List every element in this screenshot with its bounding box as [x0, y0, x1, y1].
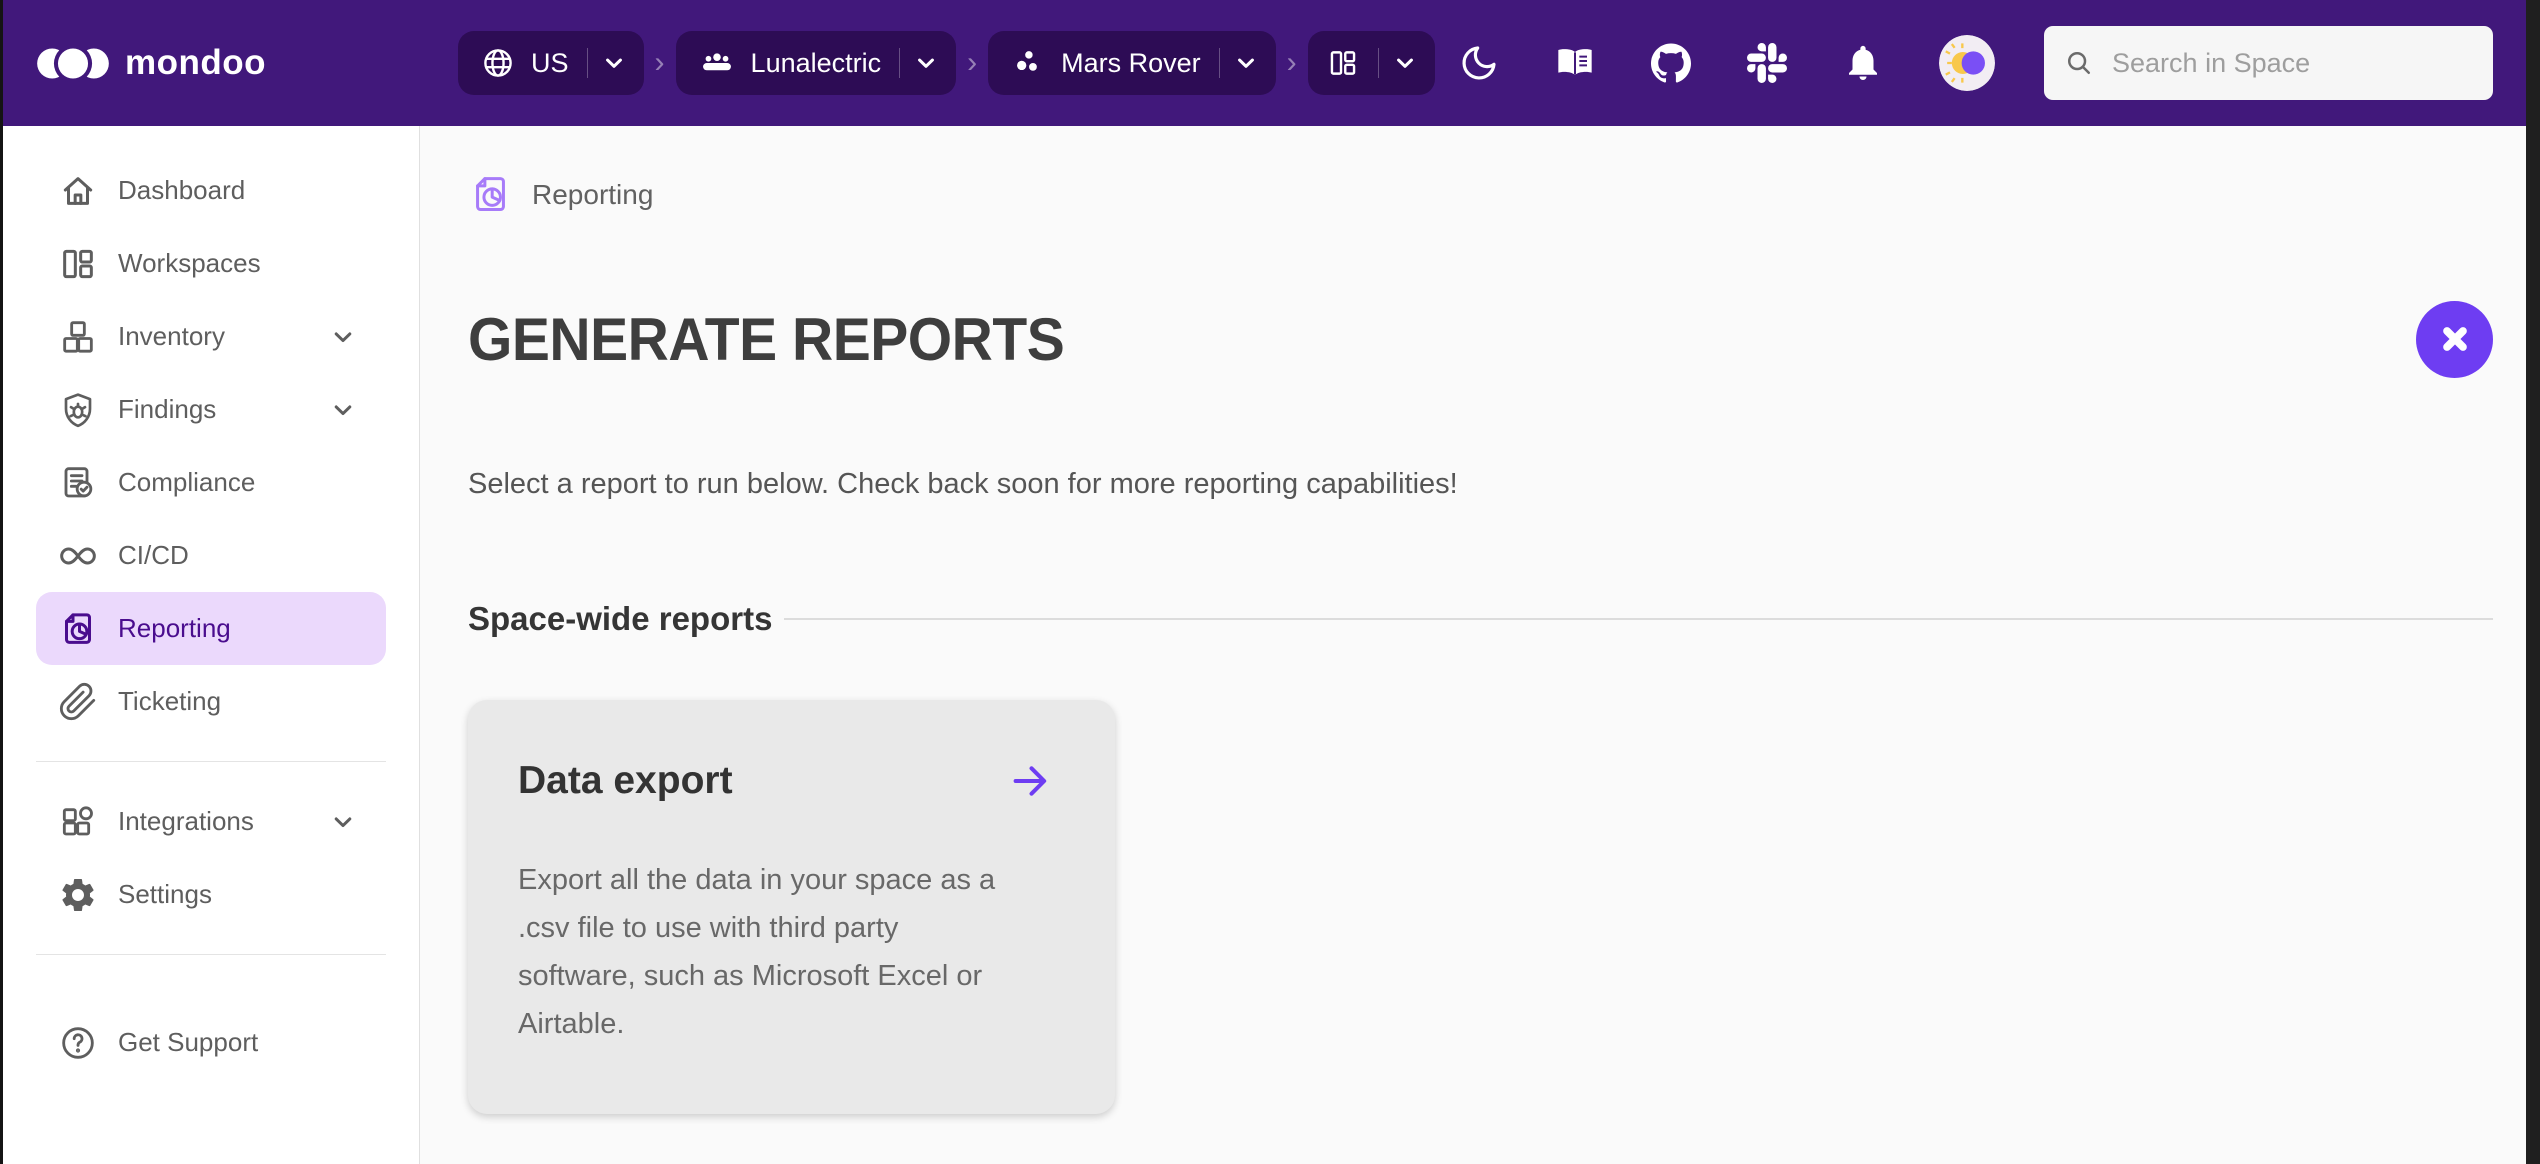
dark-mode-moon-icon[interactable] — [1459, 43, 1499, 83]
sidebar-item-findings[interactable]: Findings — [36, 373, 386, 446]
section-divider — [784, 618, 2493, 620]
sidebar-item-settings[interactable]: Settings — [36, 858, 386, 931]
organization-selector[interactable]: Lunalectric — [675, 31, 957, 95]
page-description: Select a report to run below. Check back… — [468, 468, 1458, 500]
reporting-piechart-doc-icon — [65, 612, 91, 644]
slack-icon[interactable] — [1746, 43, 1787, 83]
breadcrumb-separator: › — [654, 46, 665, 79]
sidebar-item-inventory[interactable]: Inventory — [36, 300, 386, 373]
findings-shield-bug-icon — [64, 392, 92, 427]
organization-icon — [702, 53, 731, 71]
sidebar-divider — [36, 954, 386, 955]
space-icon — [1017, 51, 1037, 71]
github-icon[interactable] — [1650, 43, 1691, 83]
sidebar-item-get-support[interactable]: Get Support — [36, 1006, 386, 1079]
organization-label: Lunalectric — [750, 47, 882, 78]
sidebar-divider — [36, 761, 386, 762]
close-icon — [2442, 327, 2467, 351]
compliance-document-check-icon — [64, 466, 93, 497]
main-content: Reporting GENERATE REPORTS Select a repo… — [420, 126, 2526, 1164]
chevron-down-icon[interactable] — [910, 47, 942, 79]
settings-gear-icon — [62, 878, 94, 911]
search-input[interactable] — [2112, 47, 2473, 79]
globe-icon — [484, 49, 512, 77]
mondoo-app: mondoo US › Lunalectric › Mars Rover › S… — [3, 0, 2526, 1164]
region-label: US — [531, 47, 569, 78]
data-export-card[interactable]: Data export Export all the data in your … — [468, 700, 1115, 1114]
mondoo-logo[interactable]: mondoo — [36, 43, 266, 83]
section-title: Space-wide reports — [468, 600, 773, 637]
user-avatar[interactable] — [1938, 35, 1995, 91]
sidebar-item-dashboard[interactable]: Dashboard — [36, 154, 386, 227]
chevron-down-icon[interactable] — [1230, 47, 1262, 79]
inventory-boxes-icon — [63, 320, 93, 353]
breadcrumb-separator: › — [1286, 46, 1297, 79]
sidebar-item-compliance[interactable]: Compliance — [36, 446, 386, 519]
sidebar-nav: Dashboard Workspaces Inventory Findings … — [3, 126, 420, 1164]
space-label: Mars Rover — [1061, 47, 1201, 78]
chevron-down-icon[interactable] — [326, 393, 360, 427]
integrations-icon — [62, 805, 93, 835]
mondoo-logo-icon — [37, 44, 109, 82]
pill-divider — [899, 48, 901, 78]
chevron-down-icon[interactable] — [598, 47, 630, 79]
card-description: Export all the data in your space as a .… — [518, 864, 996, 1040]
search-icon — [2068, 51, 2091, 75]
region-selector[interactable]: US — [458, 31, 644, 95]
window-edge-right — [2526, 0, 2540, 1164]
section-header: Space-wide reports — [468, 598, 2493, 640]
home-icon — [63, 176, 93, 205]
reporting-piechart-doc-icon — [476, 177, 505, 211]
search-bar — [2044, 26, 2493, 100]
breadcrumb-label: Reporting — [532, 178, 654, 210]
sidebar-item-cicd[interactable]: CI/CD — [36, 519, 386, 592]
dashboard-switcher[interactable] — [1307, 31, 1435, 95]
pill-divider — [586, 48, 588, 78]
breadcrumb[interactable]: Reporting — [468, 172, 2493, 217]
help-question-icon — [62, 1026, 94, 1059]
workspaces-grid-icon — [63, 249, 93, 278]
header-icon-group — [1459, 35, 1995, 91]
context-breadcrumb: US › Lunalectric › Mars Rover › — [458, 31, 1435, 95]
pill-divider — [1218, 48, 1220, 78]
ticketing-paperclip-icon — [59, 682, 96, 720]
arrow-right-icon[interactable] — [1007, 758, 1053, 804]
chevron-down-icon[interactable] — [326, 320, 360, 354]
sidebar-item-integrations[interactable]: Integrations — [36, 785, 386, 858]
dashboard-grid-icon — [1330, 51, 1355, 75]
page-title: GENERATE REPORTS — [468, 305, 1065, 373]
sidebar-item-ticketing[interactable]: Ticketing — [36, 665, 386, 738]
card-title: Data export — [518, 759, 733, 802]
breadcrumb-separator: › — [967, 46, 978, 79]
sidebar-item-reporting[interactable]: Reporting — [36, 592, 386, 665]
chevron-down-icon[interactable] — [326, 805, 360, 839]
brand-name: mondoo — [125, 43, 267, 82]
pill-divider — [1377, 48, 1379, 78]
close-button[interactable] — [2416, 300, 2493, 378]
space-selector[interactable]: Mars Rover — [988, 31, 1276, 95]
notifications-bell-icon[interactable] — [1843, 43, 1883, 83]
cicd-infinity-icon — [60, 546, 96, 565]
docs-book-icon[interactable] — [1555, 43, 1595, 83]
top-header: mondoo US › Lunalectric › Mars Rover › S… — [3, 0, 2526, 126]
chevron-down-icon[interactable] — [1389, 47, 1421, 79]
sidebar-item-workspaces[interactable]: Workspaces — [36, 227, 386, 300]
